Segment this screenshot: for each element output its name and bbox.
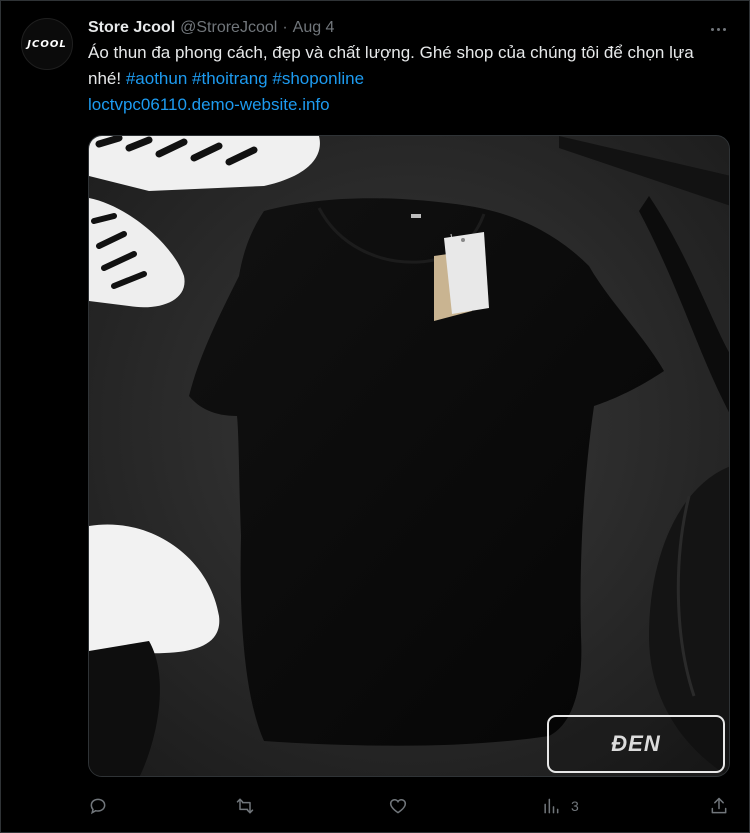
views-button[interactable]: 3 <box>541 796 579 816</box>
tweet-card[interactable]: JCOOL Store Jcool @StroreJcool · Aug 4 Á… <box>0 0 750 833</box>
like-button[interactable] <box>388 796 408 816</box>
share-icon <box>711 797 727 814</box>
heart-icon <box>389 798 407 814</box>
hashtag-shoponline[interactable]: #shoponline <box>272 69 364 88</box>
header-separator: · <box>282 19 288 36</box>
hashtag-thoitrang[interactable]: #thoitrang <box>192 69 268 88</box>
tweet-date[interactable]: Aug 4 <box>293 17 335 39</box>
tweet-body: Store Jcool @StroreJcool · Aug 4 Áo thun… <box>88 17 729 118</box>
tweet-header: Store Jcool @StroreJcool · Aug 4 <box>88 17 729 39</box>
reply-button[interactable] <box>88 796 108 816</box>
tweet-link[interactable]: loctvpc06110.demo-website.info <box>88 95 330 114</box>
hashtag-aothun[interactable]: #aothun <box>126 69 187 88</box>
black-tshirt-photo <box>89 136 729 776</box>
tweet-text: Áo thun đa phong cách, đẹp và chất lượng… <box>88 40 718 118</box>
analytics-icon <box>544 798 559 814</box>
tweet-actions: 3 <box>88 793 729 819</box>
avatar[interactable]: JCOOL <box>21 18 73 70</box>
author-handle[interactable]: @StroreJcool <box>180 17 277 39</box>
more-options-icon[interactable] <box>707 19 729 39</box>
retweet-button[interactable] <box>235 796 255 816</box>
tweet-media[interactable]: ĐEN <box>88 135 730 777</box>
retweet-icon <box>236 798 254 814</box>
views-count: 3 <box>571 798 579 814</box>
reply-icon <box>90 798 106 815</box>
share-button[interactable] <box>709 796 729 816</box>
variant-label-badge: ĐEN <box>547 715 725 773</box>
avatar-logo-text: JCOOL <box>27 38 67 50</box>
author-name[interactable]: Store Jcool <box>88 17 175 39</box>
